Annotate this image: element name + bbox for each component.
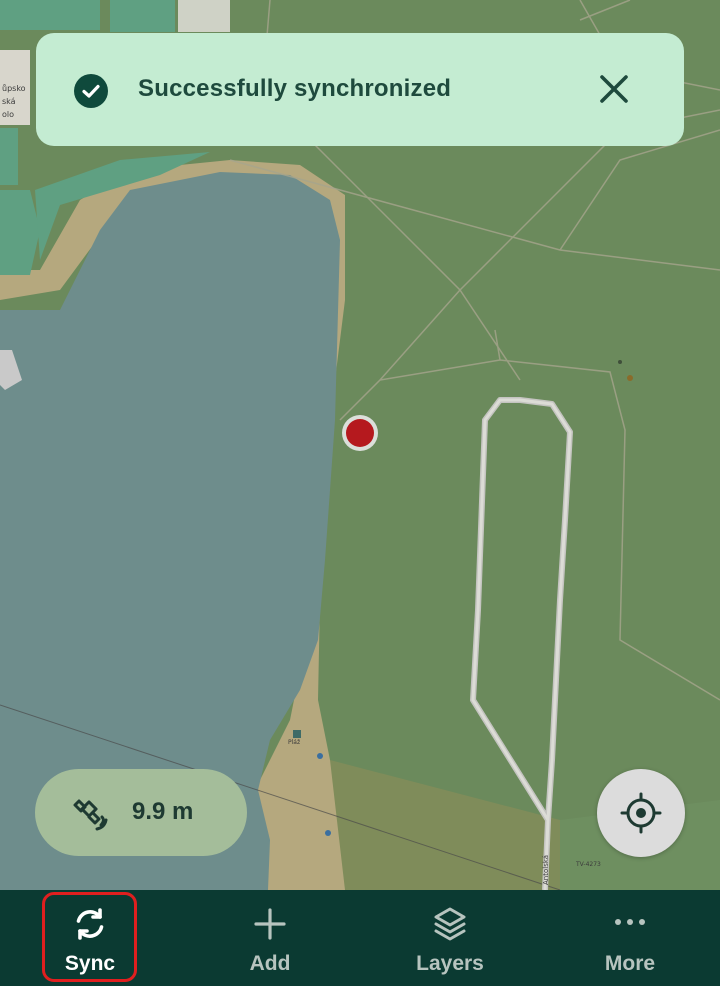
close-icon[interactable] bbox=[596, 71, 632, 107]
nav-sync-button[interactable]: Sync bbox=[0, 890, 180, 986]
nav-add-button[interactable]: Add bbox=[180, 890, 360, 986]
nav-sync-label: Sync bbox=[64, 952, 116, 975]
satellite-icon bbox=[71, 795, 109, 833]
svg-text:ůpsko: ůpsko bbox=[2, 83, 26, 93]
sync-success-toast: Successfully synchronized bbox=[36, 33, 684, 146]
svg-text:olo: olo bbox=[2, 110, 14, 119]
more-dots-icon bbox=[610, 904, 650, 944]
nav-layers-button[interactable]: Layers bbox=[360, 890, 540, 986]
sync-icon bbox=[70, 904, 110, 944]
layers-icon bbox=[430, 904, 470, 944]
crosshair-icon bbox=[620, 792, 662, 834]
nav-more-button[interactable]: More bbox=[540, 890, 720, 986]
check-circle-icon bbox=[73, 73, 109, 109]
svg-text:Antolská: Antolská bbox=[542, 855, 550, 885]
gps-accuracy-value: 9.9 m bbox=[132, 798, 194, 825]
plus-icon bbox=[250, 904, 290, 944]
nav-more-label: More bbox=[604, 952, 656, 975]
toast-message: Successfully synchronized bbox=[138, 75, 452, 102]
svg-text:TV-4273: TV-4273 bbox=[575, 861, 601, 868]
bottom-navigation: Sync Add Layers More bbox=[0, 890, 720, 986]
svg-text:ská: ská bbox=[2, 97, 16, 106]
center-location-button[interactable] bbox=[597, 769, 685, 857]
svg-text:Pláž: Pláž bbox=[288, 739, 300, 746]
nav-add-label: Add bbox=[249, 952, 291, 975]
location-marker[interactable] bbox=[346, 419, 374, 447]
gps-accuracy-button[interactable]: 9.9 m bbox=[35, 769, 247, 856]
nav-layers-label: Layers bbox=[416, 952, 484, 975]
